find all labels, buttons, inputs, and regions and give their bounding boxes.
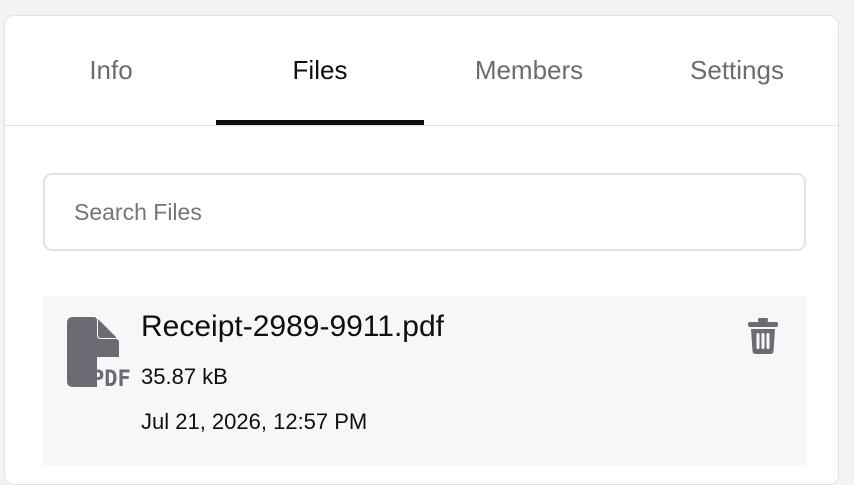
pdf-icon-label: PDF	[91, 367, 131, 392]
file-panel: Info Files Members Settings PDF Receipt-…	[4, 15, 839, 485]
tab-info[interactable]: Info	[7, 16, 215, 126]
tab-settings[interactable]: Settings	[633, 16, 838, 126]
tab-files[interactable]: Files	[216, 16, 424, 126]
tab-members-label: Members	[474, 54, 584, 85]
file-list-item[interactable]: PDF Receipt-2989-9911.pdf 35.87 kB Jul 2…	[43, 296, 806, 466]
search-box	[43, 173, 806, 251]
tab-settings-label: Settings	[690, 54, 784, 85]
pdf-file-icon: PDF	[67, 317, 141, 393]
search-input[interactable]	[45, 175, 804, 249]
tab-files-label: Files	[292, 54, 348, 85]
tab-info-label: Info	[89, 54, 133, 85]
file-size: 35.87 kB	[141, 364, 228, 389]
tab-members[interactable]: Members	[425, 16, 633, 126]
trash-icon	[748, 318, 778, 354]
active-tab-indicator	[216, 120, 424, 125]
delete-file-button[interactable]	[743, 316, 783, 356]
file-date: Jul 21, 2026, 12:57 PM	[141, 409, 368, 434]
tab-bar: Info Files Members Settings	[5, 16, 838, 126]
file-name: Receipt-2989-9911.pdf	[141, 310, 444, 343]
